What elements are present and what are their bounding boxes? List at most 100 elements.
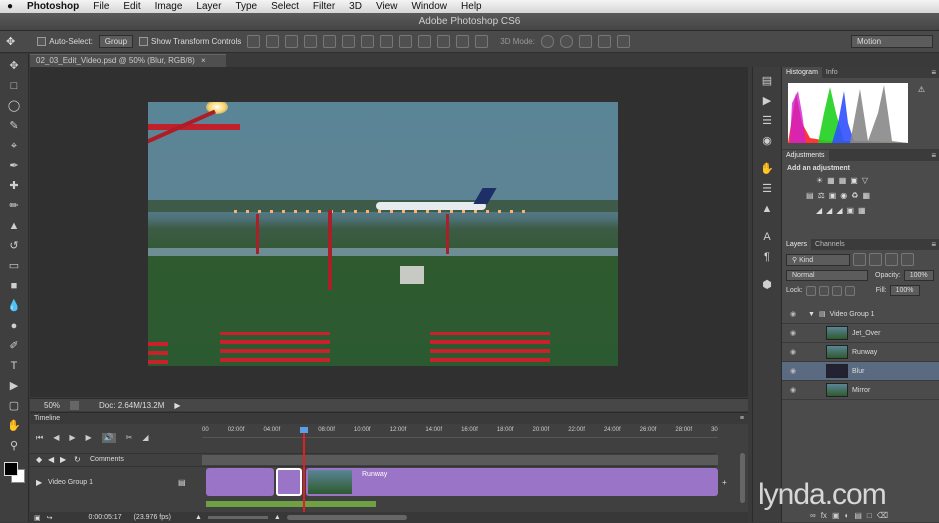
panel-menu-icon[interactable]: ≡ <box>931 68 936 77</box>
document-tab[interactable]: 02_03_Edit_Video.psd @ 50% (Blur, RGB/8)… <box>30 54 226 67</box>
visibility-eye-icon[interactable]: ◉ <box>788 329 798 337</box>
brightness-contrast-icon[interactable]: ☀ <box>816 176 823 185</box>
menu-view[interactable]: View <box>369 0 405 13</box>
video-clip-jet-over[interactable] <box>206 468 274 496</box>
eyedropper-tool-icon[interactable]: ✒ <box>6 158 22 174</box>
3d-slide-icon[interactable] <box>597 35 611 48</box>
invert-icon[interactable]: ◢ <box>816 206 822 215</box>
gradient-tool-icon[interactable]: ■ <box>6 278 22 294</box>
3d-scale-icon[interactable] <box>616 35 630 48</box>
move-tool-icon[interactable]: ✥ <box>6 35 15 48</box>
hand-tool-icon[interactable]: ✋ <box>6 418 22 434</box>
selective-color-icon[interactable]: ▣ <box>846 206 854 215</box>
menu-help[interactable]: Help <box>454 0 489 13</box>
next-frame-icon[interactable]: ▶ <box>86 433 92 443</box>
add-mask-icon[interactable]: ▣ <box>832 511 840 520</box>
menu-window[interactable]: Window <box>404 0 454 13</box>
paragraph-panel-icon[interactable]: ¶ <box>759 249 775 265</box>
lock-pixels-icon[interactable] <box>818 285 829 296</box>
render-icon[interactable]: ▣ <box>34 514 41 522</box>
menu-select[interactable]: Select <box>264 0 306 13</box>
layer-row-blur[interactable]: ◉ Blur <box>782 362 939 381</box>
dodge-tool-icon[interactable]: ● <box>6 318 22 334</box>
blend-mode-dropdown[interactable]: Normal <box>786 270 868 281</box>
clone-source-icon[interactable]: ▲ <box>759 201 775 217</box>
audio-track-clip[interactable] <box>206 501 376 507</box>
go-to-first-frame-icon[interactable]: ⏮ <box>36 433 43 443</box>
menu-image[interactable]: Image <box>148 0 190 13</box>
curves-icon[interactable]: ▦ <box>839 176 847 185</box>
healing-brush-tool-icon[interactable]: ✚ <box>6 178 22 194</box>
distribute-left-icon[interactable] <box>418 35 432 48</box>
audio-mute-icon[interactable]: 🔊 <box>101 433 116 443</box>
brush-presets-icon[interactable]: ☰ <box>759 181 775 197</box>
blur-tool-icon[interactable]: 💧 <box>6 298 22 314</box>
quick-select-tool-icon[interactable]: ✎ <box>6 118 22 134</box>
timeline-scrollbar[interactable] <box>286 515 407 520</box>
visibility-eye-icon[interactable]: ◉ <box>788 386 798 394</box>
clone-stamp-tool-icon[interactable]: ▲ <box>6 218 22 234</box>
new-group-icon[interactable]: ▤ <box>854 511 862 520</box>
new-layer-icon[interactable]: □ <box>867 511 872 520</box>
video-clip-runway[interactable]: Runway <box>306 468 718 496</box>
filter-type-icon[interactable] <box>885 253 898 266</box>
filter-shape-icon[interactable] <box>901 253 914 266</box>
history-panel-icon[interactable]: ▤ <box>759 73 775 89</box>
timeline-ruler[interactable]: 00 02:00f 04:00f 08:00f 10:00f 12:00f 14… <box>202 427 718 438</box>
3d-roll-icon[interactable] <box>559 35 573 48</box>
menu-layer[interactable]: Layer <box>189 0 228 13</box>
comments-loop-icon[interactable]: ↻ <box>74 455 81 464</box>
disclosure-triangle-icon[interactable]: ▼ <box>808 311 815 318</box>
status-menu-arrow-icon[interactable]: ▶ <box>174 401 180 410</box>
black-white-icon[interactable]: ▣ <box>829 191 837 200</box>
menu-filter[interactable]: Filter <box>306 0 342 13</box>
comments-track-bar[interactable] <box>202 455 718 465</box>
3d-drag-icon[interactable] <box>578 35 592 48</box>
timeline-vertical-scrollbar[interactable] <box>740 453 745 503</box>
link-layers-icon[interactable]: ∞ <box>810 511 816 520</box>
eraser-tool-icon[interactable]: ▭ <box>6 258 22 274</box>
auto-align-icon[interactable] <box>475 35 489 48</box>
camera-panel-icon[interactable]: ◉ <box>759 133 775 149</box>
color-balance-icon[interactable]: ⚖ <box>818 191 825 200</box>
lasso-tool-icon[interactable]: ◯ <box>6 98 22 114</box>
zoom-level[interactable]: 50% <box>44 401 60 410</box>
trash-icon[interactable]: ⌫ <box>877 511 888 520</box>
close-tab-icon[interactable]: × <box>201 56 206 65</box>
show-transform-checkbox[interactable] <box>139 37 149 47</box>
auto-select-checkbox[interactable] <box>37 37 47 47</box>
zoom-slider[interactable] <box>207 516 268 519</box>
path-select-tool-icon[interactable]: ▶ <box>6 378 22 394</box>
comments-expand-icon[interactable]: ◆ <box>36 455 42 464</box>
exposure-icon[interactable]: ▣ <box>850 176 858 185</box>
apple-icon[interactable]: ● <box>0 0 20 13</box>
tab-adjustments[interactable]: Adjustments <box>782 150 829 161</box>
distribute-bottom-icon[interactable] <box>399 35 413 48</box>
panel-menu-icon[interactable]: ≡ <box>740 413 744 424</box>
auto-select-dropdown[interactable]: Group <box>98 35 134 48</box>
transition-icon[interactable]: ◢ <box>142 433 148 443</box>
document-canvas-image[interactable] <box>148 102 618 366</box>
tab-layers[interactable]: Layers <box>782 239 812 250</box>
marquee-tool-icon[interactable]: □ <box>6 78 22 94</box>
type-tool-icon[interactable]: T <box>6 358 22 374</box>
new-adjustment-icon[interactable]: ◐ <box>845 511 850 520</box>
photo-filter-icon[interactable]: ◉ <box>840 191 847 200</box>
channel-mixer-icon[interactable]: ♻ <box>851 191 858 200</box>
vibrance-icon[interactable]: ▽ <box>862 176 868 185</box>
comments-next-icon[interactable]: ▶ <box>60 455 66 464</box>
menu-photoshop[interactable]: Photoshop <box>20 0 86 13</box>
zoom-out-icon[interactable]: ▲ <box>195 514 202 521</box>
previous-frame-icon[interactable]: ◀ <box>53 433 59 443</box>
status-icon[interactable] <box>70 400 80 410</box>
add-media-icon[interactable]: + <box>722 478 727 487</box>
menu-3d[interactable]: 3D <box>342 0 369 13</box>
move-tool-icon[interactable]: ✥ <box>6 58 22 74</box>
align-middle-icon[interactable] <box>266 35 280 48</box>
properties-panel-icon[interactable]: ☰ <box>759 113 775 129</box>
video-clip-selected[interactable] <box>276 468 302 496</box>
brush-panel-icon[interactable]: ✋ <box>759 161 775 177</box>
align-top-icon[interactable] <box>247 35 261 48</box>
film-strip-icon[interactable]: ▤ <box>178 478 186 487</box>
foreground-color-swatch[interactable] <box>4 462 18 476</box>
